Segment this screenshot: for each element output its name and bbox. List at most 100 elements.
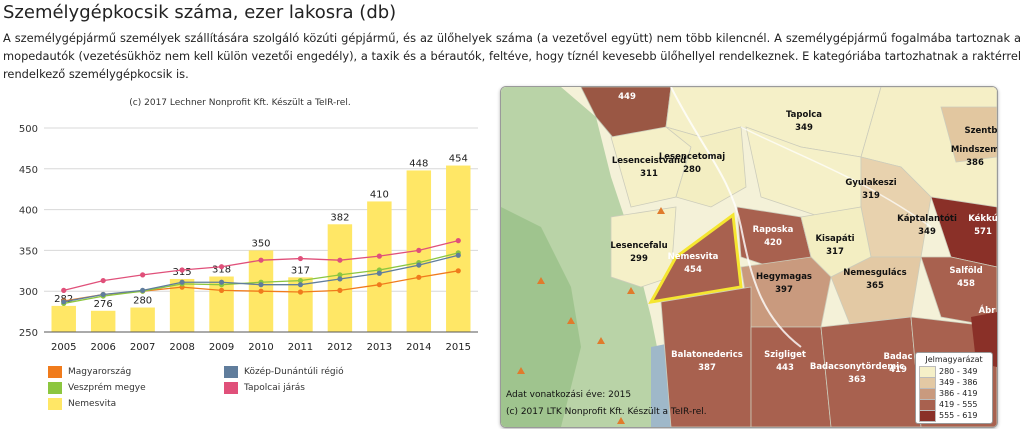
map-label[interactable]: Káptalantóti 349	[897, 213, 957, 239]
series-point	[337, 276, 343, 282]
x-tick-label: 2007	[130, 342, 155, 353]
x-tick-label: 2015	[446, 342, 471, 353]
choropleth-map[interactable]: 449 Tapolca 349 Szentb Mindszem 386 Lesenc…	[500, 86, 998, 428]
map-legend-row: 419 - 555	[919, 398, 989, 411]
map-credit: (c) 2017 LTK Nonprofit Kft. Készült a Te…	[506, 407, 707, 417]
map-label[interactable]: Kisapáti 317	[815, 233, 854, 259]
legend-swatch	[48, 366, 62, 378]
y-tick-label: 300	[19, 287, 38, 298]
map-legend-title: Jelmagyarázat	[925, 355, 983, 364]
x-tick-label: 2012	[327, 342, 352, 353]
series-point	[258, 282, 264, 288]
series-point	[455, 268, 461, 274]
page-title: Személygépkocsik száma, ezer lakosra (db…	[3, 2, 397, 23]
map-label[interactable]: Hegymagas 397	[756, 271, 812, 297]
series-point	[416, 247, 422, 253]
y-tick-label: 350	[19, 246, 38, 257]
legend-label: Tapolcai járás	[244, 383, 305, 393]
legend-item[interactable]: Magyarország	[48, 366, 131, 378]
map-label[interactable]: Badac 419	[883, 351, 912, 377]
legend-swatch	[48, 398, 62, 410]
map-legend-row: 555 - 619	[919, 409, 989, 422]
map-legend-row: 349 - 386	[919, 376, 989, 389]
legend-swatch	[48, 382, 62, 394]
series-point	[297, 255, 304, 262]
y-tick-label: 450	[19, 165, 38, 176]
x-tick-label: 2005	[51, 342, 76, 353]
map-legend: Jelmagyarázat 280 - 349 349 - 386 386 - …	[915, 352, 993, 424]
x-tick-label: 2011	[288, 342, 313, 353]
legend-item[interactable]: Veszprém megye	[48, 382, 146, 394]
series-point	[100, 291, 106, 298]
legend-item[interactable]: Nemesvita	[48, 398, 116, 410]
legend-swatch	[224, 382, 238, 394]
map-label[interactable]: Tapolca 349	[786, 109, 822, 135]
bar-value-label: 350	[251, 238, 270, 249]
map-year-label: Adat vonatkozási éve: 2015	[506, 390, 632, 400]
series-point	[218, 264, 225, 270]
map-label[interactable]: Szentb	[964, 125, 997, 138]
series-point	[455, 252, 461, 258]
x-tick-label: 2009	[209, 342, 234, 353]
map-label-selected[interactable]: Nemesvita 454	[668, 251, 719, 277]
legend-item[interactable]: Közép-Dunántúli régió	[224, 366, 344, 378]
map-legend-row: 280 - 349	[919, 365, 989, 378]
series-point	[376, 270, 382, 276]
bar	[446, 165, 471, 332]
bar-value-label: 410	[370, 189, 389, 200]
series-point	[416, 262, 422, 268]
page-description: A személygépjármű személyek szállítására…	[3, 31, 1021, 81]
chart-credit: (c) 2017 Lechner Nonprofit Kft. Készült …	[129, 98, 351, 108]
y-tick-label: 250	[19, 328, 38, 339]
map-label[interactable]: Lesencetomaj 280	[659, 151, 725, 177]
map-label[interactable]: 449	[618, 91, 636, 104]
x-tick-label: 2008	[169, 342, 194, 353]
series-point	[140, 272, 146, 278]
series-point	[140, 287, 146, 293]
series-point	[376, 253, 382, 259]
series-point	[337, 287, 343, 293]
series-point	[218, 287, 225, 293]
series-point	[100, 277, 106, 284]
legend-label: Magyarország	[68, 367, 132, 377]
x-tick-label: 2014	[406, 342, 431, 353]
legend-item[interactable]: Tapolcai járás	[224, 382, 305, 394]
map-legend-row: 386 - 419	[919, 387, 989, 400]
bar	[51, 305, 76, 332]
map-label[interactable]: Mindszem 386	[951, 144, 997, 170]
bar-value-label: 280	[133, 296, 152, 307]
legend-label: Veszprém megye	[68, 383, 146, 393]
series-point	[455, 238, 461, 244]
combo-chart: 2503003504004505002822762803153183503173…	[19, 124, 478, 353]
map-label[interactable]: Balatonederics 387	[671, 349, 743, 375]
map-label[interactable]: Szigliget 443	[764, 349, 806, 375]
series-point	[179, 267, 185, 273]
y-tick-label: 400	[19, 206, 38, 217]
map-label[interactable]: Kékkú 571	[968, 213, 997, 239]
legend-label: Nemesvita	[68, 399, 117, 409]
x-tick-label: 2010	[248, 342, 273, 353]
series-point	[416, 274, 422, 280]
bar-value-label: 448	[409, 158, 428, 169]
map-label[interactable]: Salföld 458	[949, 265, 982, 291]
map-label[interactable]: Raposka 420	[753, 224, 794, 250]
legend-label: Közép-Dunántúli régió	[244, 367, 344, 377]
bar-value-label: 454	[449, 154, 468, 165]
map-label[interactable]: Ábr	[979, 305, 996, 318]
bar	[367, 201, 392, 332]
legend-swatch	[224, 366, 238, 378]
x-tick-label: 2013	[367, 342, 392, 353]
series-point	[258, 288, 264, 294]
map-label[interactable]: Lesencefalu 299	[610, 240, 667, 266]
bar	[90, 310, 116, 332]
map-label[interactable]: Gyulakeszi 319	[845, 177, 896, 203]
series-point	[337, 257, 343, 263]
series-point	[61, 287, 67, 293]
x-tick-label: 2006	[90, 342, 115, 353]
series-point	[297, 289, 304, 295]
map-label[interactable]: Nemesgulács 365	[843, 267, 906, 293]
series-point	[258, 257, 264, 263]
series-point	[61, 299, 67, 305]
bar-value-label: 317	[291, 265, 310, 276]
series-point	[376, 282, 382, 288]
